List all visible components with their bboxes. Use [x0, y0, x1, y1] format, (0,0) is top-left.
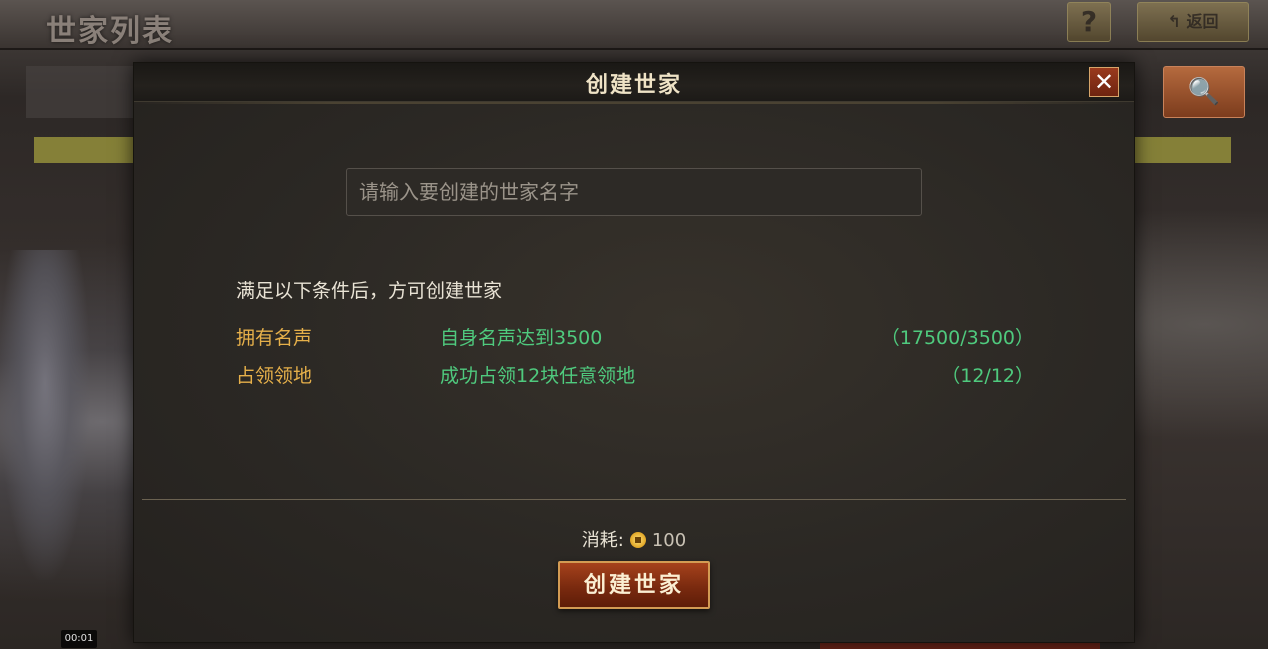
character-figure: [0, 250, 90, 580]
condition-row: 拥有名声 自身名声达到3500 （17500/3500）: [134, 323, 1134, 351]
cost-line: 消耗: 100: [134, 526, 1134, 552]
dialog-title: 创建世家: [585, 72, 682, 98]
create-clan-dialog: 创建世家 ✕ 满足以下条件后，方可创建世家 拥有名声 自身名声达到3500 （1…: [133, 62, 1135, 643]
cost-label: 消耗:: [581, 530, 624, 551]
video-timestamp: 00:01: [61, 630, 97, 648]
divider: [142, 499, 1126, 500]
create-clan-button[interactable]: 创建世家: [558, 561, 710, 609]
cost-value: 100: [651, 530, 687, 551]
background-panel: [26, 66, 134, 118]
condition-name: 拥有名声: [236, 327, 313, 349]
conditions-title: 满足以下条件后，方可创建世家: [236, 280, 503, 302]
condition-progress: （12/12）: [941, 365, 1034, 387]
condition-description: 自身名声达到3500: [440, 327, 603, 349]
top-bar: 世家列表 ? ↰ 返回: [0, 0, 1268, 50]
back-button[interactable]: ↰ 返回: [1137, 2, 1249, 42]
help-button[interactable]: ?: [1067, 2, 1111, 42]
close-icon: ✕: [1093, 68, 1115, 96]
condition-name: 占领领地: [236, 365, 313, 387]
search-icon: 🔍: [1187, 77, 1221, 107]
list-header-left: [34, 137, 134, 163]
close-button[interactable]: ✕: [1089, 67, 1119, 97]
coin-icon: [629, 531, 646, 548]
condition-row: 占领领地 成功占领12块任意领地 （12/12）: [134, 361, 1134, 389]
dialog-header: 创建世家 ✕: [134, 63, 1134, 104]
screen-title: 世家列表: [46, 14, 174, 49]
clan-name-input[interactable]: [346, 168, 922, 216]
list-header-right: [1133, 137, 1231, 163]
condition-description: 成功占领12块任意领地: [440, 365, 636, 387]
condition-progress: （17500/3500）: [880, 327, 1034, 349]
search-button[interactable]: 🔍: [1163, 66, 1245, 118]
